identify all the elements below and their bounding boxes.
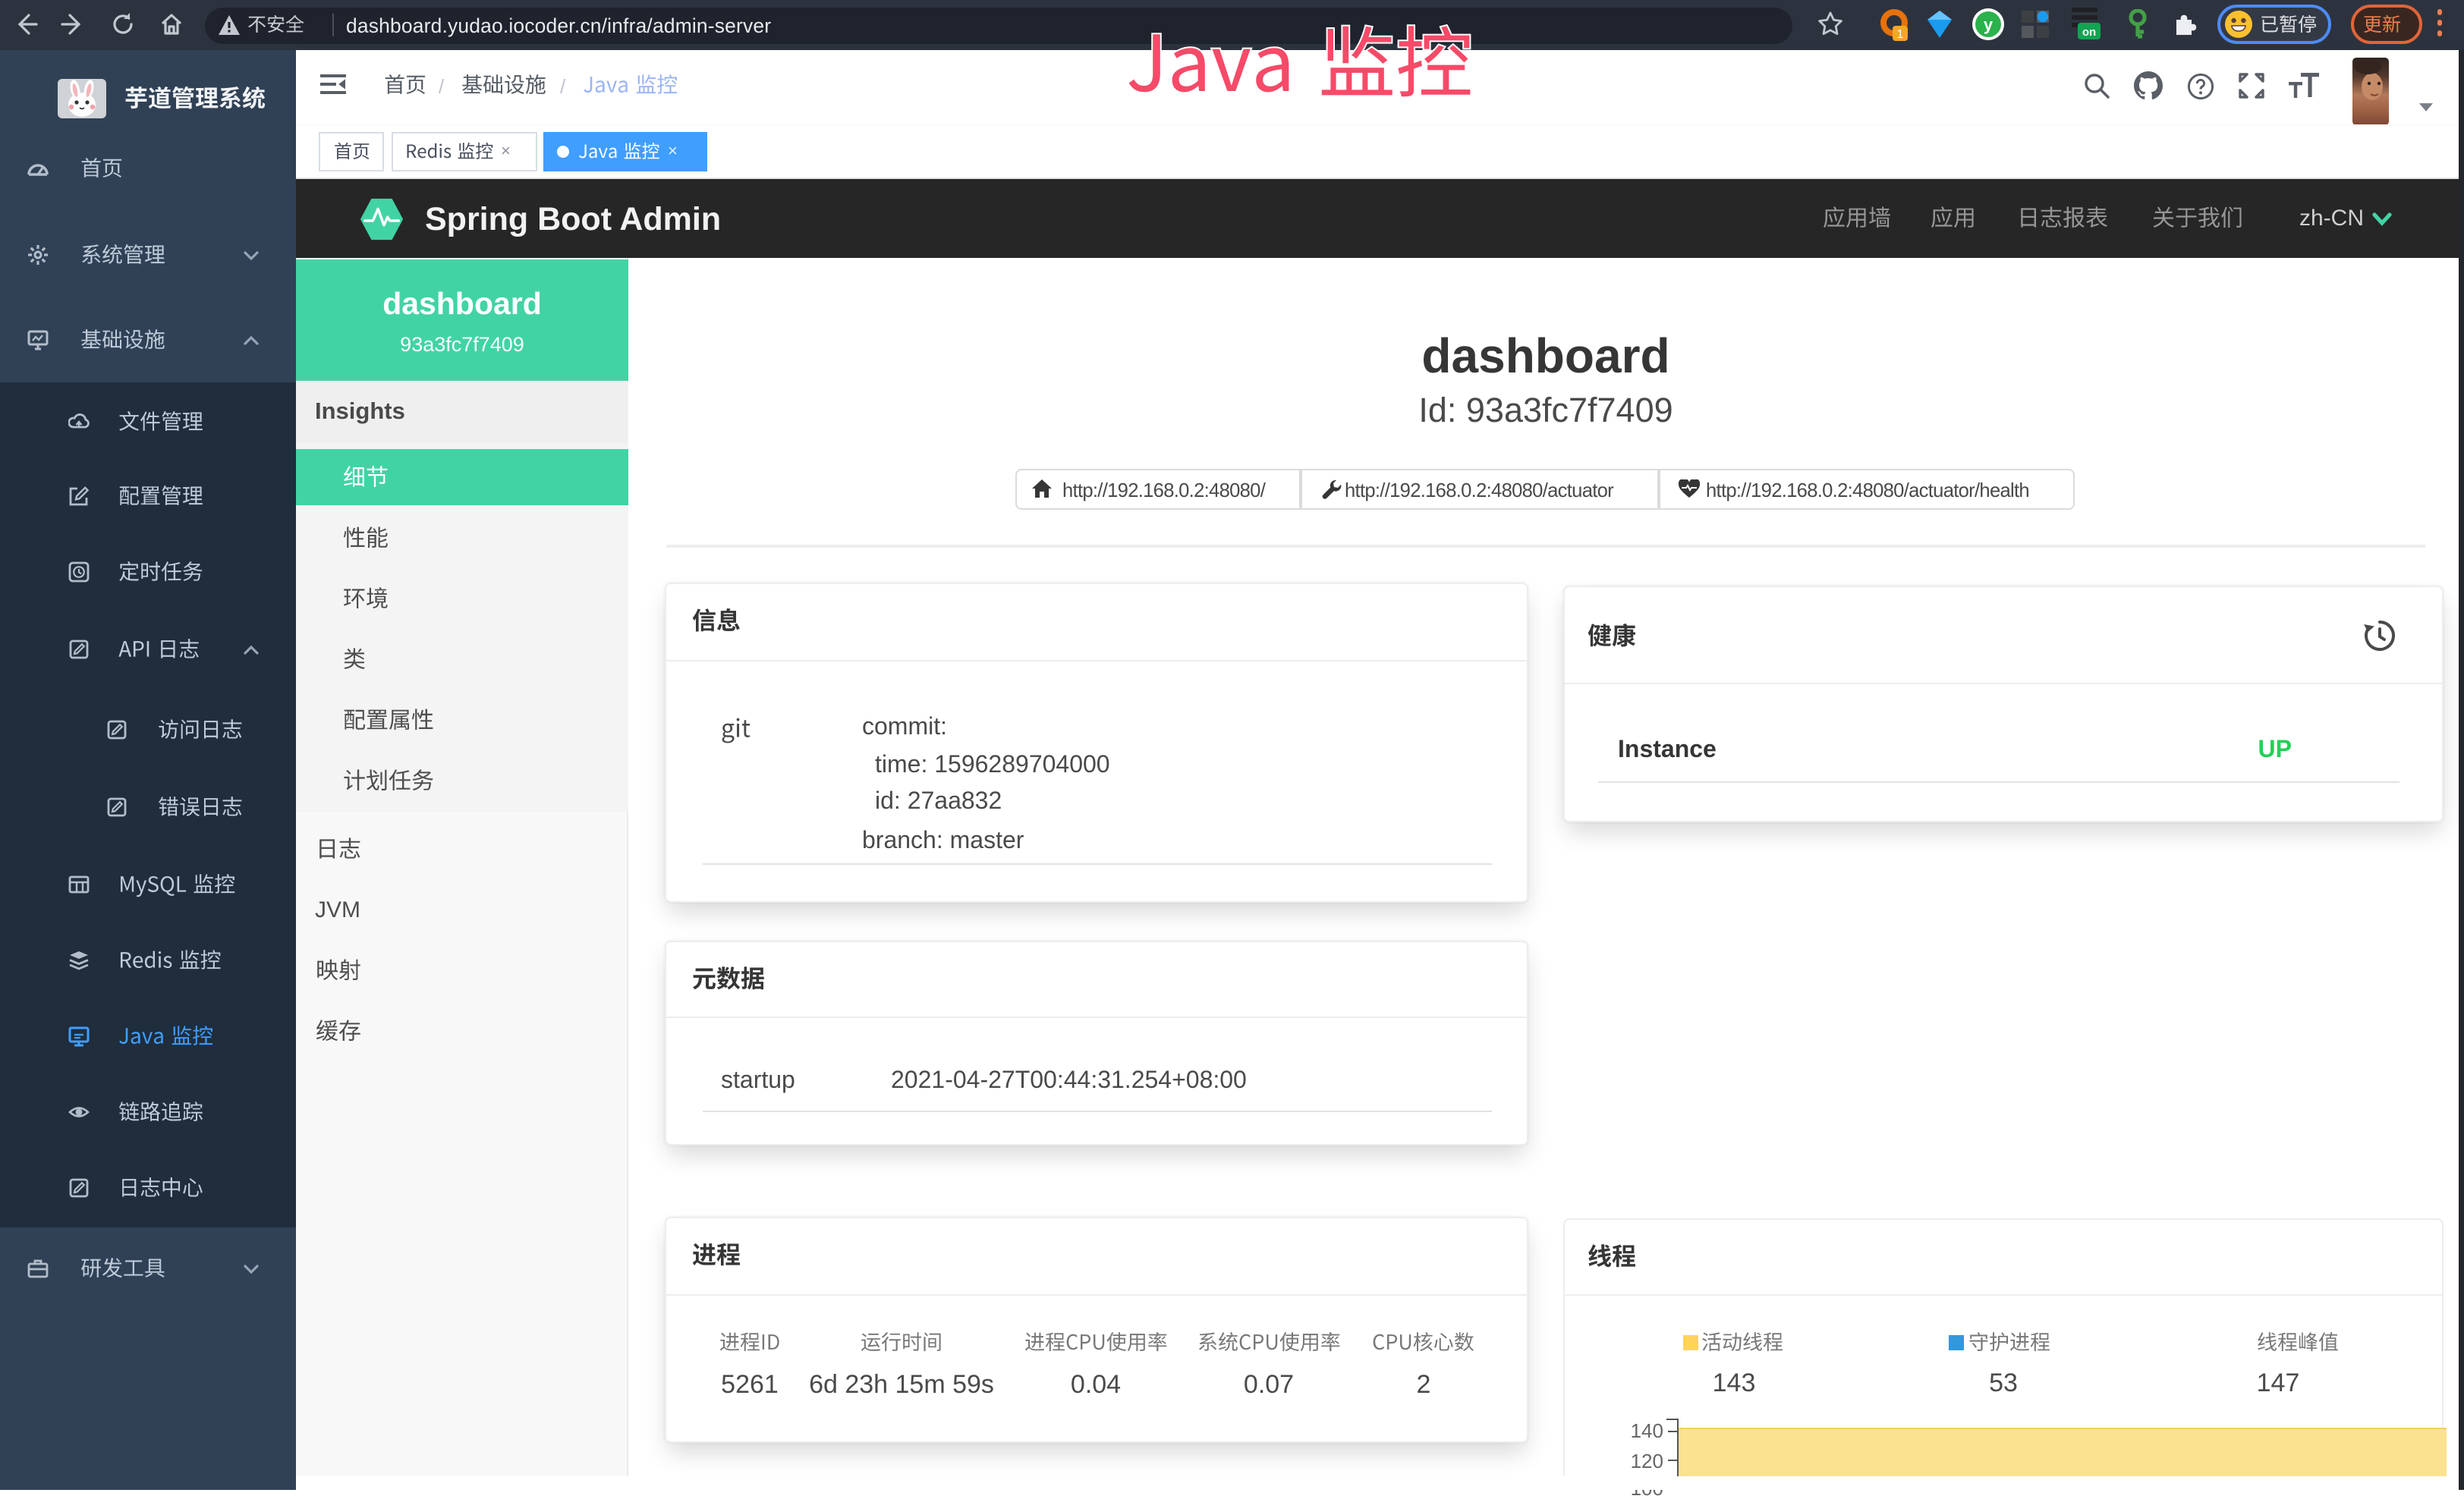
svg-text:1: 1 bbox=[1897, 28, 1904, 41]
svg-text:on: on bbox=[2082, 26, 2096, 39]
svg-text:y: y bbox=[1984, 15, 1994, 34]
